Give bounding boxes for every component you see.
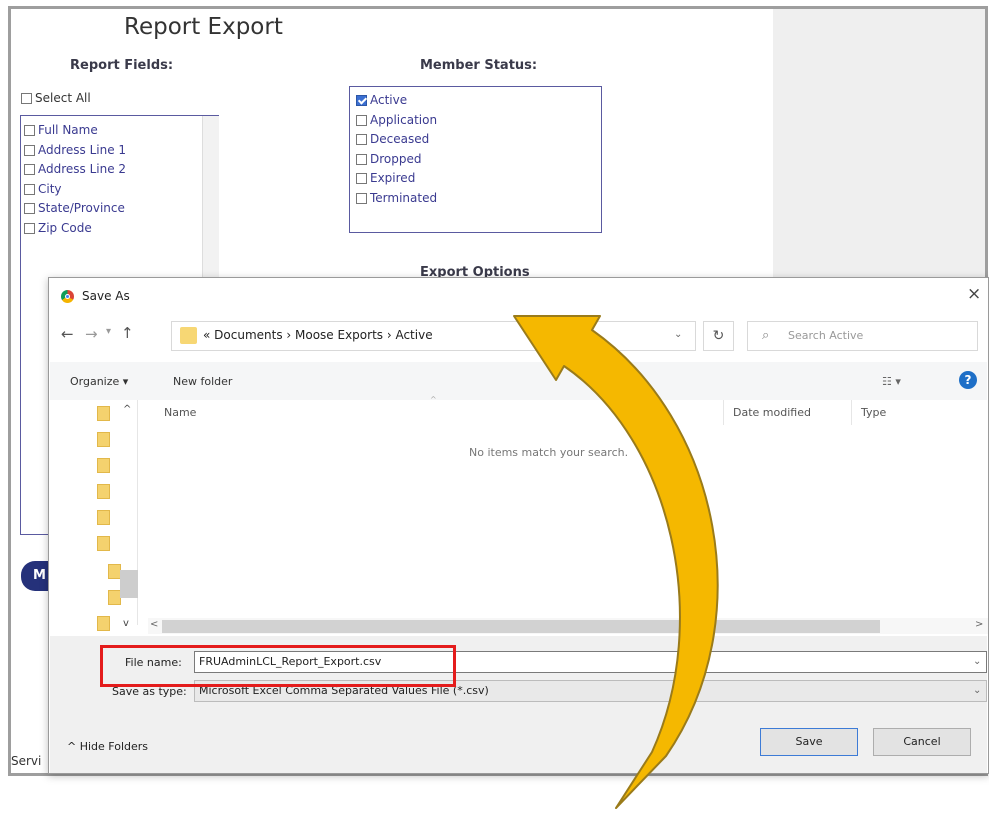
checkbox-icon[interactable] [356, 114, 367, 126]
checkbox-icon[interactable] [356, 153, 367, 165]
folder-icon [180, 327, 197, 344]
select-all-checkbox[interactable]: Select All [21, 91, 91, 105]
checkbox-icon[interactable] [24, 222, 35, 234]
column-divider[interactable] [851, 400, 852, 425]
scroll-left-icon[interactable]: < [150, 619, 158, 630]
column-header-type[interactable]: Type [861, 406, 886, 419]
nav-pane-scroll-thumb[interactable] [120, 570, 138, 598]
checkbox-icon[interactable] [24, 125, 35, 136]
save-as-dialog: Save As × ← → ▾ ↑ « Documents › Moose Ex… [48, 277, 989, 774]
status-item-terminated[interactable]: Terminated [356, 189, 437, 209]
checkbox-icon[interactable] [24, 144, 35, 156]
view-options-icon[interactable]: ☷ ▾ [882, 375, 901, 388]
status-item-active[interactable]: Active [356, 91, 437, 111]
folder-icon[interactable] [97, 406, 110, 421]
address-path[interactable]: « Documents › Moose Exports › Active [203, 328, 433, 342]
search-icon: ⌕ [762, 328, 770, 343]
status-item-application[interactable]: Application [356, 111, 437, 131]
column-header-date-modified[interactable]: Date modified [733, 406, 811, 419]
chrome-icon [61, 290, 74, 303]
status-item-deceased[interactable]: Deceased [356, 130, 437, 150]
chevron-down-icon[interactable]: ⌄ [973, 685, 981, 696]
scroll-down-icon[interactable]: v [123, 618, 129, 629]
new-folder-button[interactable]: New folder [173, 375, 232, 388]
report-field-item[interactable]: City [24, 180, 126, 200]
dialog-title: Save As [82, 289, 130, 303]
checkbox-icon[interactable] [24, 203, 35, 214]
file-name-highlight-box [100, 645, 456, 687]
chevron-down-icon[interactable]: ⌄ [674, 329, 682, 340]
folder-icon[interactable] [97, 432, 110, 447]
organize-menu[interactable]: Organize ▾ [70, 375, 128, 388]
folder-icon[interactable] [97, 616, 110, 631]
recent-locations-chevron-icon[interactable]: ▾ [106, 326, 111, 337]
chevron-up-icon: ^ [67, 740, 80, 753]
up-arrow-icon[interactable]: ↑ [121, 324, 134, 342]
folder-icon[interactable] [97, 484, 110, 499]
column-header-name[interactable]: Name [164, 406, 196, 419]
refresh-icon[interactable]: ↻ [703, 321, 734, 351]
status-item-expired[interactable]: Expired [356, 169, 437, 189]
scroll-up-icon[interactable]: ^ [123, 404, 131, 415]
checkbox-icon[interactable] [21, 93, 32, 104]
report-field-item[interactable]: Full Name [24, 121, 126, 141]
folder-icon[interactable] [97, 510, 110, 525]
member-status-heading: Member Status: [420, 58, 538, 73]
horizontal-scroll-thumb[interactable] [162, 620, 880, 633]
checkbox-icon[interactable] [356, 173, 367, 184]
folder-icon[interactable] [97, 536, 110, 551]
report-fields-heading: Report Fields: [70, 58, 174, 73]
checkbox-icon[interactable] [24, 183, 35, 195]
member-status-list: Active Application Deceased Dropped Expi… [356, 91, 437, 208]
status-item-dropped[interactable]: Dropped [356, 150, 437, 170]
save-button[interactable]: Save [760, 728, 858, 756]
footer-text: Servi [11, 754, 42, 768]
search-placeholder: Search Active [788, 329, 864, 342]
select-all-label: Select All [35, 91, 91, 105]
cancel-button[interactable]: Cancel [873, 728, 971, 756]
report-field-item[interactable]: Address Line 1 [24, 141, 126, 161]
search-input[interactable]: ⌕ Search Active [747, 321, 978, 351]
checkbox-checked-icon[interactable] [356, 95, 367, 106]
sort-indicator-icon: ^ [430, 395, 437, 404]
column-divider[interactable] [723, 400, 724, 425]
address-bar[interactable]: « Documents › Moose Exports › Active ⌄ [171, 321, 696, 351]
report-fields-list: Full Name Address Line 1 Address Line 2 … [24, 121, 126, 238]
report-field-item[interactable]: State/Province [24, 199, 126, 219]
report-field-item[interactable]: Address Line 2 [24, 160, 126, 180]
folder-icon[interactable] [97, 458, 110, 473]
back-arrow-icon[interactable]: ← [61, 325, 74, 343]
checkbox-icon[interactable] [356, 192, 367, 204]
chevron-down-icon[interactable]: ⌄ [973, 656, 981, 667]
forward-arrow-icon[interactable]: → [85, 325, 98, 343]
page-title: Report Export [124, 14, 283, 40]
checkbox-icon[interactable] [24, 164, 35, 175]
help-icon[interactable]: ? [959, 371, 977, 389]
hide-folders-button[interactable]: ^ Hide Folders [67, 740, 148, 753]
report-field-item[interactable]: Zip Code [24, 219, 126, 239]
scroll-right-icon[interactable]: > [975, 619, 983, 630]
checkbox-icon[interactable] [356, 134, 367, 145]
empty-results-message: No items match your search. [469, 446, 629, 459]
close-icon[interactable]: × [967, 284, 981, 304]
